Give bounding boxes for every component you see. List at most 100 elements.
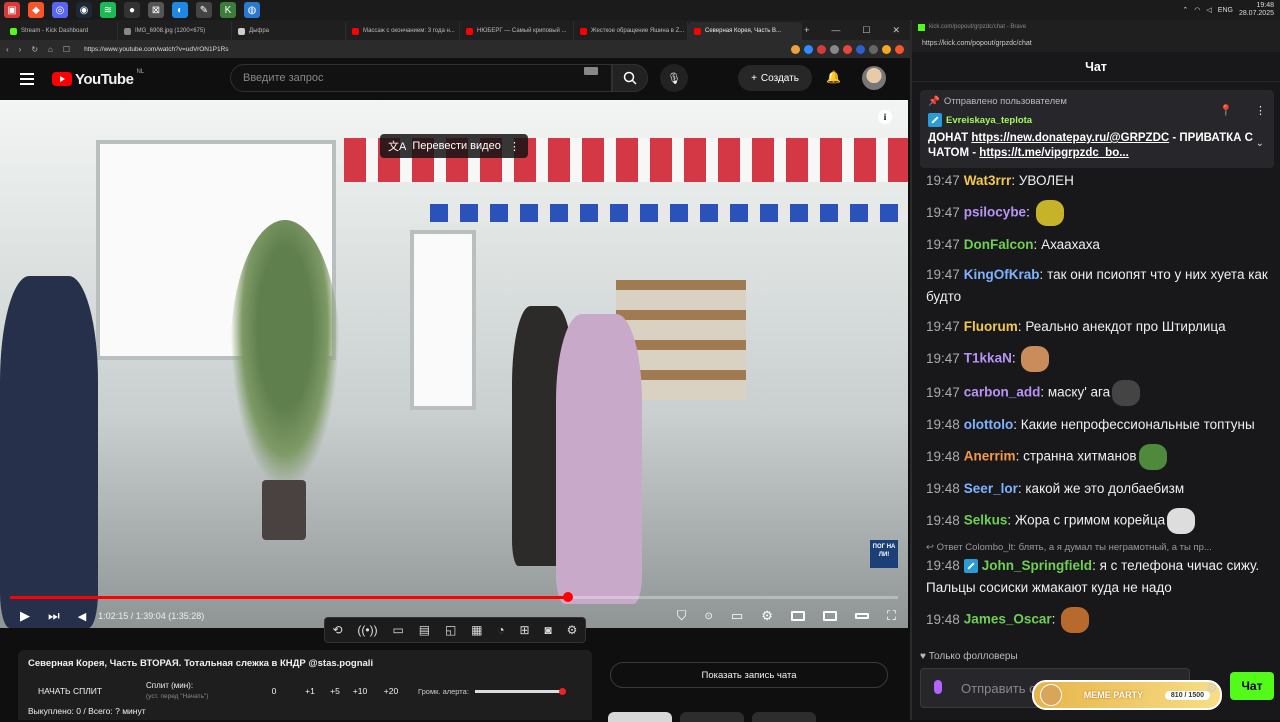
obs-icon[interactable]: ●: [124, 2, 140, 18]
browser-tab[interactable]: Жесткое обращение Яшина в Z...: [574, 22, 688, 40]
discord-icon[interactable]: ◎: [52, 2, 68, 18]
forward-icon[interactable]: ›: [19, 45, 22, 54]
emote-icon[interactable]: [1138, 444, 1167, 470]
info-icon[interactable]: i: [878, 110, 892, 124]
theater-icon[interactable]: [822, 611, 837, 621]
emote-icon[interactable]: [1061, 607, 1090, 633]
channel-watermark[interactable]: ПОГ НА ЛИ!: [870, 540, 898, 568]
ext-icon[interactable]: [869, 44, 878, 54]
message-username[interactable]: Seer_lor: [964, 481, 1018, 496]
bookmark-icon[interactable]: ☐: [63, 45, 70, 54]
ext-icon[interactable]: [856, 44, 865, 54]
chip[interactable]: [752, 712, 816, 722]
more-icon[interactable]: ⋮: [509, 140, 520, 153]
emote-icon[interactable]: [1021, 346, 1050, 372]
mic-icon[interactable]: [934, 680, 942, 694]
back-icon[interactable]: ‹: [6, 45, 9, 54]
send-chat-button[interactable]: Чат: [1230, 672, 1274, 700]
speed-icon[interactable]: ◔: [497, 623, 504, 637]
autoplay-toggle[interactable]: ⊙: [705, 611, 713, 622]
message-username[interactable]: James_Oscar: [964, 612, 1052, 627]
telegram-link[interactable]: https://t.me/vipgrpzdc_bo...: [979, 147, 1129, 159]
youtube-logo[interactable]: YouTube NL: [52, 69, 144, 88]
wide-icon[interactable]: [854, 613, 869, 619]
message-username[interactable]: Selkus: [964, 513, 1008, 528]
ext-icon[interactable]: [817, 44, 826, 54]
add-box-icon[interactable]: ⊞: [520, 623, 530, 637]
start-split-button[interactable]: НАЧАТЬ СПЛИТ: [18, 686, 106, 696]
chip[interactable]: [680, 712, 744, 722]
next-icon[interactable]: ⏭: [48, 608, 60, 624]
emote-icon[interactable]: [1167, 508, 1196, 534]
app3-icon[interactable]: ✎: [196, 2, 212, 18]
ext-icon[interactable]: [895, 44, 904, 54]
split-add-10[interactable]: +10: [342, 686, 378, 696]
message-username[interactable]: T1kkaN: [964, 351, 1012, 366]
keyboard-icon[interactable]: [584, 67, 598, 75]
message-username[interactable]: John_Springfield: [982, 558, 1092, 573]
broadcast-icon[interactable]: ((•)): [357, 623, 377, 637]
search-input[interactable]: Введите запрос: [230, 64, 612, 92]
browser-tab[interactable]: IMG_6908.jpg (1200×675): [118, 22, 232, 40]
close-icon[interactable]: ✕: [892, 25, 900, 36]
reload-icon[interactable]: ↻: [31, 45, 38, 54]
translate-video-button[interactable]: 文A Перевести видео ⋮: [380, 134, 528, 158]
progress-bar[interactable]: [10, 592, 898, 602]
progress-handle[interactable]: [562, 592, 573, 602]
brave-icon[interactable]: ◆: [28, 2, 44, 18]
message-username[interactable]: DonFalcon: [964, 237, 1034, 252]
show-chat-replay-button[interactable]: Показать запись чата: [610, 662, 888, 688]
browser-tab[interactable]: Дыфра: [232, 22, 346, 40]
message-username[interactable]: psilocybe: [964, 205, 1026, 220]
gear-icon[interactable]: ⚙: [761, 608, 773, 624]
miniplayer-icon[interactable]: [790, 611, 805, 621]
minimize-icon[interactable]: —: [831, 25, 840, 35]
resize-icon[interactable]: ◱: [445, 623, 456, 637]
meme-party-widget[interactable]: MEME PARTY 810 / 1500: [1032, 680, 1222, 710]
split-add-20[interactable]: +20: [378, 686, 404, 696]
ext-icon[interactable]: [804, 44, 813, 54]
search-button[interactable]: [612, 64, 648, 92]
fullscreen-icon[interactable]: ⛶: [887, 608, 896, 624]
app4-icon[interactable]: K: [220, 2, 236, 18]
split-add-5[interactable]: +5: [328, 686, 342, 696]
clock[interactable]: 19:48 28.07.2025: [1239, 2, 1274, 18]
clapper-icon[interactable]: ▤: [419, 623, 430, 637]
app-icon[interactable]: ⊠: [148, 2, 164, 18]
browser-tab[interactable]: Stream - Kick Dashboard: [4, 22, 118, 40]
video-player[interactable]: 文A Перевести видео ⋮ i ПОГ НА ЛИ! ▶ ⏭ ◀ …: [0, 100, 908, 628]
shield-icon[interactable]: ⛉: [677, 608, 687, 624]
steam-icon[interactable]: ◉: [76, 2, 92, 18]
alert-volume-slider[interactable]: [474, 687, 566, 695]
home-icon[interactable]: ⌂: [48, 45, 53, 54]
wifi-icon[interactable]: ◠: [1194, 6, 1200, 14]
ext-icon[interactable]: [882, 44, 891, 54]
split-value[interactable]: 0: [256, 686, 292, 696]
message-username[interactable]: olottolo: [964, 417, 1013, 432]
screen-icon[interactable]: ▭: [392, 623, 403, 637]
donate-link[interactable]: https://new.donatepay.ru/@GRPZDC: [971, 132, 1169, 144]
browser-tab[interactable]: Северная Корея, Часть В...: [688, 22, 802, 40]
subtitles-icon[interactable]: ▭: [731, 608, 743, 624]
browser-tab[interactable]: Массаж с окончанием: 3 года н...: [346, 22, 460, 40]
volume-icon[interactable]: ◁: [1206, 6, 1211, 14]
message-username[interactable]: Fluorum: [964, 319, 1018, 334]
voice-search-button[interactable]: 🎙: [660, 64, 688, 92]
message-username[interactable]: Anerrim: [964, 449, 1016, 464]
start-icon[interactable]: ▣: [4, 2, 20, 18]
volume-icon[interactable]: ◀: [78, 610, 86, 623]
message-username[interactable]: Wat3rrr: [964, 173, 1012, 188]
slider-handle[interactable]: [558, 687, 566, 695]
ext-icon[interactable]: [843, 44, 852, 54]
unpin-icon[interactable]: 📍: [1219, 104, 1233, 117]
create-button[interactable]: + Создать: [738, 65, 812, 91]
url-field[interactable]: https://www.youtube.com/watch?v=udVrON1P…: [80, 43, 781, 56]
message-username[interactable]: carbon_add: [964, 385, 1041, 400]
settings-icon[interactable]: ⚙: [567, 623, 578, 637]
reply-context[interactable]: ↩ Ответ Colombo_lt: блять, а я думал ты …: [926, 542, 1272, 553]
new-tab-icon[interactable]: +: [804, 25, 809, 35]
split-add-1[interactable]: +1: [292, 686, 328, 696]
pinned-user[interactable]: Evreiskaya_teplota: [928, 113, 1266, 127]
ext-icon[interactable]: [830, 44, 839, 54]
ext-icon[interactable]: [791, 44, 800, 54]
